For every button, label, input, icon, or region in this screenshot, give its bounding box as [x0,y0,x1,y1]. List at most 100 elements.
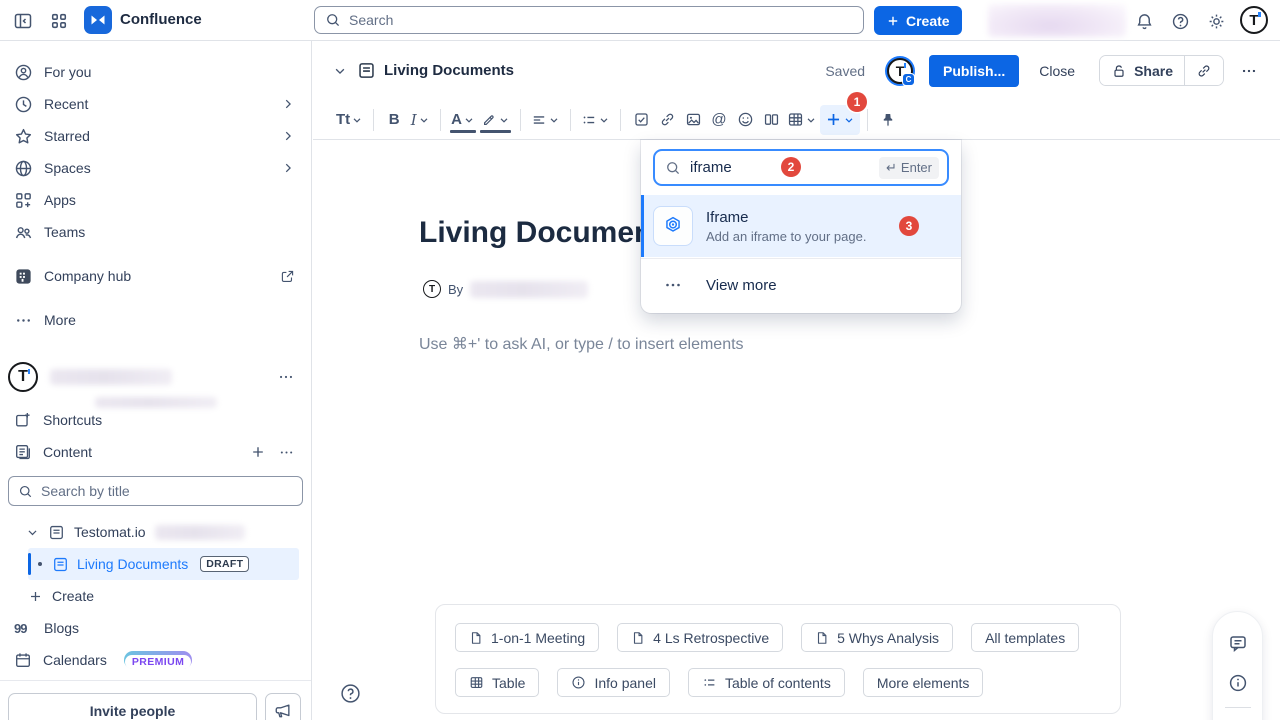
details-button[interactable] [1218,663,1258,703]
sidebar-item-more[interactable]: More [0,304,311,336]
copy-link-button[interactable] [1185,56,1223,85]
app-switcher-icon[interactable] [46,8,72,34]
notifications-icon[interactable] [1131,8,1157,34]
editor-main: Living Documents Saved T C Publish... Cl… [313,41,1280,720]
author-avatar: T [423,280,441,298]
support-button[interactable] [1218,712,1258,720]
megaphone-icon [274,702,292,720]
sidebar-item-calendars[interactable]: Calendars PREMIUM [0,644,311,676]
user-avatar[interactable]: T [1240,6,1268,34]
collapse-sidebar-icon[interactable] [10,8,36,34]
sidebar-item-for-you[interactable]: For you [0,56,311,88]
sidebar-item-teams[interactable]: Teams [0,216,311,248]
info-panel-chip[interactable]: Info panel [557,668,670,697]
top-nav: Confluence Create T [0,0,1280,41]
sidebar-label: Starred [44,128,90,144]
settings-gear-icon[interactable] [1203,8,1229,34]
add-content-icon[interactable] [250,444,266,460]
table-button[interactable] [784,105,820,135]
template-suggestions-card: 1-on-1 Meeting 4 Ls Retrospective 5 Whys… [435,604,1121,714]
chevron-down-icon[interactable] [333,64,347,78]
confluence-logo[interactable] [84,6,112,34]
insert-link-button[interactable] [654,105,680,135]
template-chip-5whys[interactable]: 5 Whys Analysis [801,623,953,652]
space-avatar: T [8,362,38,392]
bold-button[interactable]: B [381,105,407,135]
sidebar-item-spaces[interactable]: Spaces [0,152,311,184]
mention-button[interactable]: @ [706,105,732,135]
emoji-button[interactable] [732,105,758,135]
italic-button[interactable]: I [407,105,433,135]
view-more-row[interactable]: View more [641,258,961,311]
byline: T By [423,280,588,298]
chevron-down-icon[interactable] [26,526,39,539]
sidebar-item-shortcuts[interactable]: Shortcuts [0,404,311,436]
space-more-icon[interactable] [277,368,295,386]
sidebar-item-apps[interactable]: Apps [0,184,311,216]
ellipsis-icon [14,311,33,330]
sidebar-item-recent[interactable]: Recent [0,88,311,120]
insert-search-query: iframe [690,159,732,176]
sidebar-item-starred[interactable]: Starred [0,120,311,152]
sidebar-item-blogs[interactable]: 99 Blogs [0,612,311,644]
insert-image-button[interactable] [680,105,706,135]
content-search-input[interactable] [41,483,293,499]
pin-toolbar-button[interactable] [875,105,901,135]
share-button[interactable]: Share [1100,56,1184,85]
insert-element-button[interactable]: 1 [820,105,860,135]
highlight-color-button[interactable] [478,105,513,135]
sidebar: For you Recent Starred Spaces Apps Teams [0,41,312,720]
chevron-right-icon[interactable] [281,97,295,111]
doc-more-icon[interactable] [1234,56,1264,86]
space-header[interactable]: T [0,361,311,393]
tree-create[interactable]: Create [0,580,311,612]
insert-table-chip[interactable]: Table [455,668,539,697]
toc-list-icon [702,675,717,690]
right-rail [1212,611,1263,720]
tree-item-living-documents[interactable]: Living Documents DRAFT [28,548,299,580]
more-elements-chip[interactable]: More elements [863,668,984,697]
template-chip-4ls[interactable]: 4 Ls Retrospective [617,623,783,652]
chevron-down-icon [843,114,855,126]
insert-search-field[interactable]: iframe 2 ↵ Enter [653,149,949,186]
search-input[interactable] [349,12,853,28]
table-of-contents-chip[interactable]: Table of contents [688,668,845,697]
chevron-down-icon [463,114,475,126]
page-icon [357,61,376,80]
alignment-button[interactable] [528,105,563,135]
align-icon [531,112,547,128]
editor-toolbar: Tt B I A [313,100,1280,140]
text-style-button[interactable]: Tt [333,105,366,135]
doc-header: Living Documents Saved T C Publish... Cl… [313,41,1280,100]
chevron-right-icon[interactable] [281,129,295,143]
content-search[interactable] [8,476,303,506]
confluence-app: Confluence Create T For you [0,0,1280,720]
tree-item-space[interactable]: Testomat.io [0,516,311,548]
feedback-megaphone-button[interactable] [265,693,301,720]
list-button[interactable] [578,105,613,135]
sidebar-item-content[interactable]: Content [0,436,311,468]
chevron-right-icon[interactable] [281,161,295,175]
insert-result-iframe[interactable]: Iframe Add an iframe to your page. 3 [641,195,961,257]
task-button[interactable] [628,105,654,135]
help-icon[interactable] [1167,8,1193,34]
invite-people-button[interactable]: Invite people [8,693,257,720]
content-more-icon[interactable] [278,444,295,461]
layout-button[interactable] [758,105,784,135]
editor-placeholder[interactable]: Use ⌘+' to ask AI, or type / to insert e… [419,334,744,354]
sidebar-item-company-hub[interactable]: Company hub [0,260,311,292]
presence-avatar[interactable]: T C [887,58,913,84]
text-color-button[interactable]: A [448,105,478,135]
template-chip-1on1[interactable]: 1-on-1 Meeting [455,623,599,652]
all-templates-chip[interactable]: All templates [971,623,1079,652]
sidebar-label: Spaces [44,160,91,176]
global-search[interactable] [314,6,864,34]
presence-c-badge: C [902,73,915,86]
publish-button[interactable]: Publish... [929,55,1019,87]
table-icon [787,111,804,128]
create-button[interactable]: Create [874,6,962,35]
comments-button[interactable] [1218,623,1258,663]
sidebar-label: For you [44,64,91,80]
close-button[interactable]: Close [1029,55,1085,87]
editor-help-icon[interactable] [340,683,361,704]
